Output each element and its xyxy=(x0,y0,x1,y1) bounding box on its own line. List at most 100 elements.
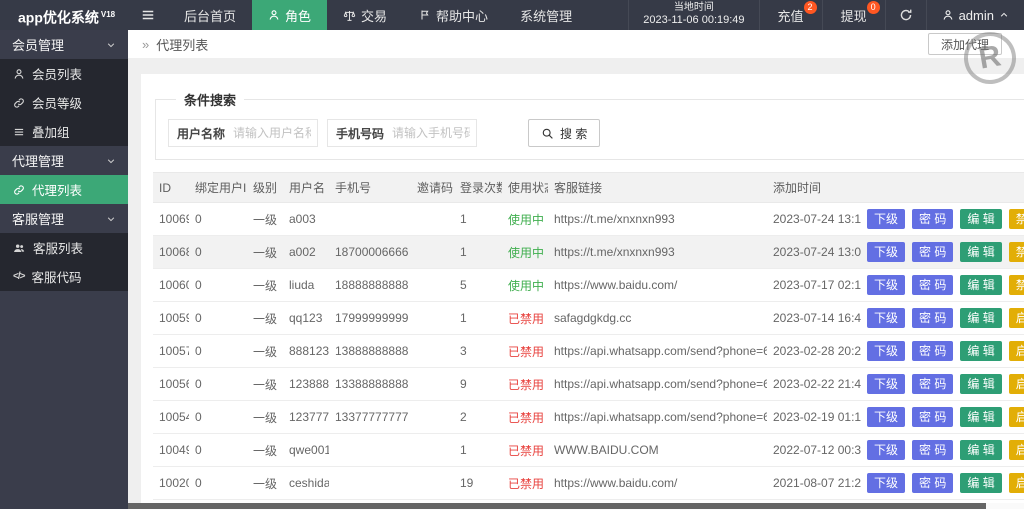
table-cell-time: 2023-02-28 20:22:23 xyxy=(767,335,861,368)
password-button[interactable]: 密 码 xyxy=(912,242,953,262)
sub-agent-button[interactable]: 下级 xyxy=(867,341,905,361)
nav-trade[interactable]: 交易 xyxy=(327,0,403,30)
sidebar-item-agent-list[interactable]: 代理列表 xyxy=(0,175,128,204)
table-cell xyxy=(329,467,411,500)
toggle-status-button[interactable]: 禁 用 xyxy=(1009,242,1024,262)
table-cell: 10056 xyxy=(153,368,189,401)
status-badge: 使用中 xyxy=(508,246,544,260)
toggle-status-button[interactable]: 禁 用 xyxy=(1009,209,1024,229)
sub-agent-button[interactable]: 下级 xyxy=(867,473,905,493)
table-cell: 10049 xyxy=(153,434,189,467)
password-button[interactable]: 密 码 xyxy=(912,440,953,460)
edit-button[interactable]: 编 辑 xyxy=(960,407,1001,427)
toggle-status-button[interactable]: 启 用 xyxy=(1009,473,1024,493)
edit-button[interactable]: 编 辑 xyxy=(960,308,1001,328)
toggle-status-button[interactable]: 启 用 xyxy=(1009,407,1024,427)
sidebar-item-service-list[interactable]: 客服列表 xyxy=(0,233,128,262)
column-header: 绑定用户ID xyxy=(189,173,247,203)
recharge-link[interactable]: 充值 2 xyxy=(760,0,823,30)
password-button[interactable]: 密 码 xyxy=(912,473,953,493)
sidebar-group-agent[interactable]: 代理管理 xyxy=(0,146,128,175)
column-header: 邀请码 xyxy=(411,173,454,203)
sidebar-item-member-list[interactable]: 会员列表 xyxy=(0,59,128,88)
status-badge: 已禁用 xyxy=(508,312,544,326)
edit-button[interactable]: 编 辑 xyxy=(960,341,1001,361)
phone-input[interactable] xyxy=(392,120,476,146)
table-cell-time: 2023-02-22 21:49:50 xyxy=(767,368,861,401)
username-input[interactable] xyxy=(233,120,317,146)
password-button[interactable]: 密 码 xyxy=(912,209,953,229)
edit-button[interactable]: 编 辑 xyxy=(960,209,1001,229)
table-cell: 888123 xyxy=(283,335,329,368)
search-panel: 条件搜索 用户名称 手机号码 搜 索 xyxy=(155,90,1024,160)
sidebar-item-member-level[interactable]: 会员等级 xyxy=(0,88,128,117)
toggle-status-button[interactable]: 启 用 xyxy=(1009,308,1024,328)
status-badge: 使用中 xyxy=(508,213,544,227)
table-cell-time: 2023-02-19 01:14:48 xyxy=(767,401,861,434)
nav-home[interactable]: 后台首页 xyxy=(168,0,252,30)
toggle-status-button[interactable]: 启 用 xyxy=(1009,374,1024,394)
table-cell xyxy=(411,467,454,500)
toggle-status-button[interactable]: 启 用 xyxy=(1009,440,1024,460)
table-cell: 1 xyxy=(454,302,502,335)
password-button[interactable]: 密 码 xyxy=(912,308,953,328)
sub-agent-button[interactable]: 下级 xyxy=(867,407,905,427)
table-cell: ceshidaili xyxy=(283,467,329,500)
search-button[interactable]: 搜 索 xyxy=(528,119,600,147)
sub-agent-button[interactable]: 下级 xyxy=(867,308,905,328)
password-button[interactable]: 密 码 xyxy=(912,275,953,295)
status-badge: 已禁用 xyxy=(508,444,544,458)
header-right: 当地时间 2023-11-06 00:19:49 充值 2 提现 0 admin xyxy=(628,0,1024,30)
toggle-status-button[interactable]: 禁 用 xyxy=(1009,275,1024,295)
table-cell: 一级 xyxy=(247,434,283,467)
table-cell: 13888888888 xyxy=(329,335,411,368)
edit-button[interactable]: 编 辑 xyxy=(960,374,1001,394)
column-header: 登录次数 xyxy=(454,173,502,203)
column-header: 客服链接 xyxy=(548,173,767,203)
nav-help[interactable]: 帮助中心 xyxy=(403,0,504,30)
password-button[interactable]: 密 码 xyxy=(912,374,953,394)
sidebar-item-service-code[interactable]: </> 客服代码 xyxy=(0,262,128,291)
table-cell-actions: 下级密 码编 辑禁 用删 除 xyxy=(861,269,1024,302)
table-cell-status: 使用中 xyxy=(502,269,548,302)
breadcrumb-marker-icon: » xyxy=(142,37,149,52)
sidebar-group-service[interactable]: 客服管理 xyxy=(0,204,128,233)
edit-button[interactable]: 编 辑 xyxy=(960,242,1001,262)
scrollbar-thumb[interactable] xyxy=(128,503,986,509)
username-field-label: 用户名称 xyxy=(169,125,233,142)
table-cell: 17999999999 xyxy=(329,302,411,335)
sub-agent-button[interactable]: 下级 xyxy=(867,209,905,229)
edit-button[interactable]: 编 辑 xyxy=(960,440,1001,460)
withdraw-link[interactable]: 提现 0 xyxy=(823,0,886,30)
nav-role[interactable]: 角色 xyxy=(252,0,327,30)
password-button[interactable]: 密 码 xyxy=(912,341,953,361)
password-button[interactable]: 密 码 xyxy=(912,407,953,427)
edit-button[interactable]: 编 辑 xyxy=(960,275,1001,295)
edit-button[interactable]: 编 辑 xyxy=(960,473,1001,493)
table-cell-link: https://www.baidu.com/ xyxy=(548,269,767,302)
sidebar-group-member[interactable]: 会员管理 xyxy=(0,30,128,59)
table-cell: 一级 xyxy=(247,335,283,368)
add-agent-button[interactable]: 添加代理 xyxy=(928,33,1002,55)
table-cell xyxy=(329,434,411,467)
sidebar-toggle-button[interactable] xyxy=(128,0,168,30)
table-cell: 0 xyxy=(189,368,247,401)
nav-system[interactable]: 系统管理 xyxy=(504,0,588,30)
sub-agent-button[interactable]: 下级 xyxy=(867,440,905,460)
refresh-button[interactable] xyxy=(886,0,927,30)
table-cell-actions: 下级密 码编 辑禁 用删 除 xyxy=(861,203,1024,236)
table-cell xyxy=(411,236,454,269)
sub-agent-button[interactable]: 下级 xyxy=(867,242,905,262)
sub-agent-button[interactable]: 下级 xyxy=(867,275,905,295)
menu-lines-icon xyxy=(13,126,25,138)
table-cell: 0 xyxy=(189,335,247,368)
user-menu[interactable]: admin xyxy=(927,0,1024,30)
table-cell: 一级 xyxy=(247,302,283,335)
table-cell xyxy=(411,335,454,368)
table-cell: 2 xyxy=(454,401,502,434)
sidebar-item-stack-group[interactable]: 叠加组 xyxy=(0,117,128,146)
sub-agent-button[interactable]: 下级 xyxy=(867,374,905,394)
chevron-down-icon xyxy=(106,156,116,166)
table-cell: 0 xyxy=(189,467,247,500)
toggle-status-button[interactable]: 启 用 xyxy=(1009,341,1024,361)
